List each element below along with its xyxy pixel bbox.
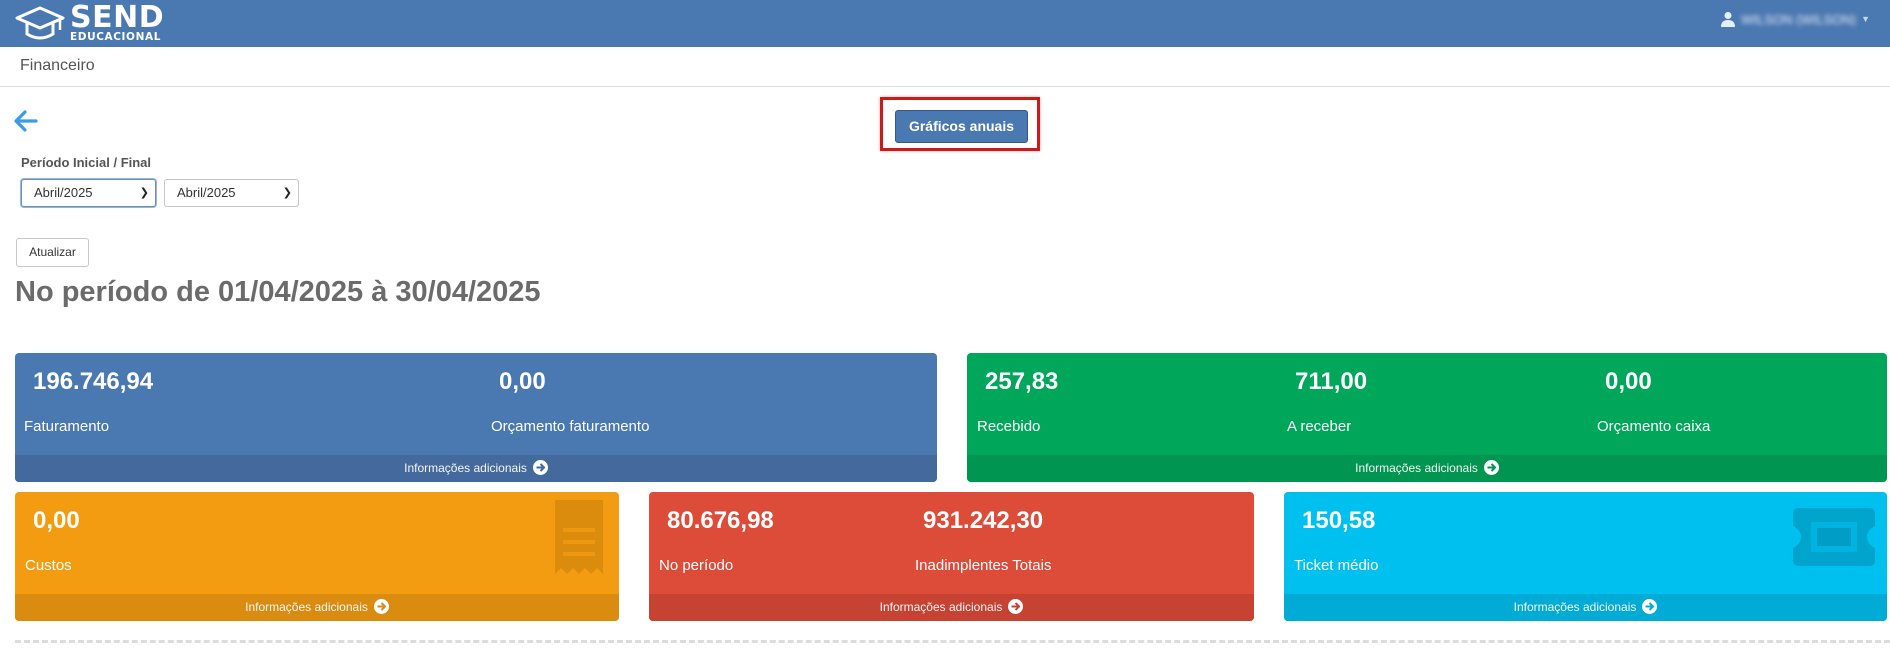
brand-name: SEND	[70, 0, 165, 36]
start-period-select[interactable]: Abril/2025 ❯	[21, 179, 156, 207]
end-period-value: Abril/2025	[177, 185, 236, 200]
metric-label: Faturamento	[24, 418, 110, 435]
metric-value: 80.676,98	[667, 507, 774, 534]
metric-label: Recebido	[977, 418, 1041, 435]
metric-value: 711,00	[1295, 368, 1368, 395]
more-info-link[interactable]: Informações adicionais	[15, 455, 937, 482]
user-menu[interactable]: WILSON (WILSON) ▼	[1721, 11, 1870, 27]
ticket-icon	[1793, 508, 1875, 566]
user-icon	[1721, 12, 1736, 27]
metric-value: 931.242,30	[923, 507, 1044, 534]
page-title: Financeiro	[20, 57, 95, 74]
arrow-circle-right-icon	[532, 459, 548, 475]
annual-charts-button[interactable]: Gráficos anuais	[895, 110, 1028, 143]
metric-value: 257,83	[985, 368, 1059, 395]
user-name: WILSON (WILSON)	[1741, 11, 1857, 27]
caret-down-icon: ▼	[1861, 14, 1870, 24]
metric-value: 0,00	[499, 368, 546, 395]
cash-budget-metric: 0,00 Orçamento caixa	[1597, 368, 1710, 435]
arrow-circle-right-icon	[373, 598, 389, 614]
metric-label: No período	[659, 557, 734, 574]
costs-card: 0,00 Custos Informações adicionais	[15, 492, 619, 621]
brand-logo[interactable]: SEND EDUCACIONAL	[14, 3, 164, 43]
start-period-value: Abril/2025	[34, 185, 93, 200]
metric-value: 150,58	[1302, 507, 1376, 534]
more-info-link[interactable]: Informações adicionais	[967, 455, 1887, 482]
top-navbar: SEND EDUCACIONAL WILSON (WILSON) ▼	[0, 0, 1890, 47]
page-header: Financeiro	[0, 47, 1890, 87]
chevron-down-icon: ❯	[139, 187, 149, 199]
more-info-label: Informações adicionais	[1355, 461, 1478, 475]
metric-label: A receber	[1287, 418, 1352, 435]
more-info-label: Informações adicionais	[245, 600, 368, 614]
average-ticket-card: 150,58 Ticket médio Informações adiciona…	[1284, 492, 1887, 621]
ticket-metric: 150,58 Ticket médio	[1294, 507, 1378, 574]
more-info-label: Informações adicionais	[879, 600, 1003, 614]
defaulters-card: 80.676,98 No período 931.242,30 Inadimpl…	[649, 492, 1254, 621]
end-period-select[interactable]: Abril/2025 ❯	[164, 179, 299, 207]
costs-metric: 0,00 Custos	[25, 507, 80, 574]
period-defaulters-metric: 80.676,98 No período	[659, 507, 774, 574]
more-info-label: Informações adicionais	[1513, 600, 1637, 614]
billing-card: 196.746,94 Faturamento 0,00 Orçamento fa…	[15, 353, 937, 482]
metric-label: Orçamento caixa	[1597, 418, 1711, 435]
metric-label: Inadimplentes Totais	[915, 557, 1052, 574]
metric-value: 0,00	[33, 507, 80, 534]
metric-value: 0,00	[1605, 368, 1652, 395]
more-info-link[interactable]: Informações adicionais	[1284, 594, 1887, 621]
more-info-label: Informações adicionais	[404, 461, 527, 475]
cash-card: 257,83 Recebido 711,00 A receber 0,00 Or…	[967, 353, 1887, 482]
metric-label: Ticket médio	[1294, 557, 1379, 574]
more-info-link[interactable]: Informações adicionais	[15, 594, 619, 621]
more-info-link[interactable]: Informações adicionais	[649, 594, 1254, 621]
graduation-cap-icon	[15, 6, 65, 40]
section-divider	[15, 640, 1890, 643]
update-button[interactable]: Atualizar	[16, 238, 89, 267]
billing-metric: 196.746,94 Faturamento	[24, 368, 154, 435]
billing-budget-metric: 0,00 Orçamento faturamento	[491, 368, 649, 435]
receipt-icon	[555, 500, 603, 574]
arrow-circle-right-icon	[1008, 598, 1024, 614]
metric-label: Custos	[25, 557, 72, 574]
brand-subtitle: EDUCACIONAL	[70, 31, 161, 44]
received-metric: 257,83 Recebido	[977, 368, 1059, 435]
chevron-down-icon: ❯	[282, 187, 292, 199]
metric-value: 196.746,94	[33, 368, 154, 395]
back-arrow-icon[interactable]	[13, 109, 39, 133]
arrow-circle-right-icon	[1642, 598, 1658, 614]
total-defaulters-metric: 931.242,30 Inadimplentes Totais	[915, 507, 1051, 574]
period-label: Período Inicial / Final	[21, 155, 152, 170]
receivable-metric: 711,00 A receber	[1287, 368, 1368, 435]
metric-label: Orçamento faturamento	[491, 418, 650, 435]
arrow-circle-right-icon	[1483, 459, 1499, 475]
period-heading: No período de 01/04/2025 à 30/04/2025	[15, 276, 541, 308]
